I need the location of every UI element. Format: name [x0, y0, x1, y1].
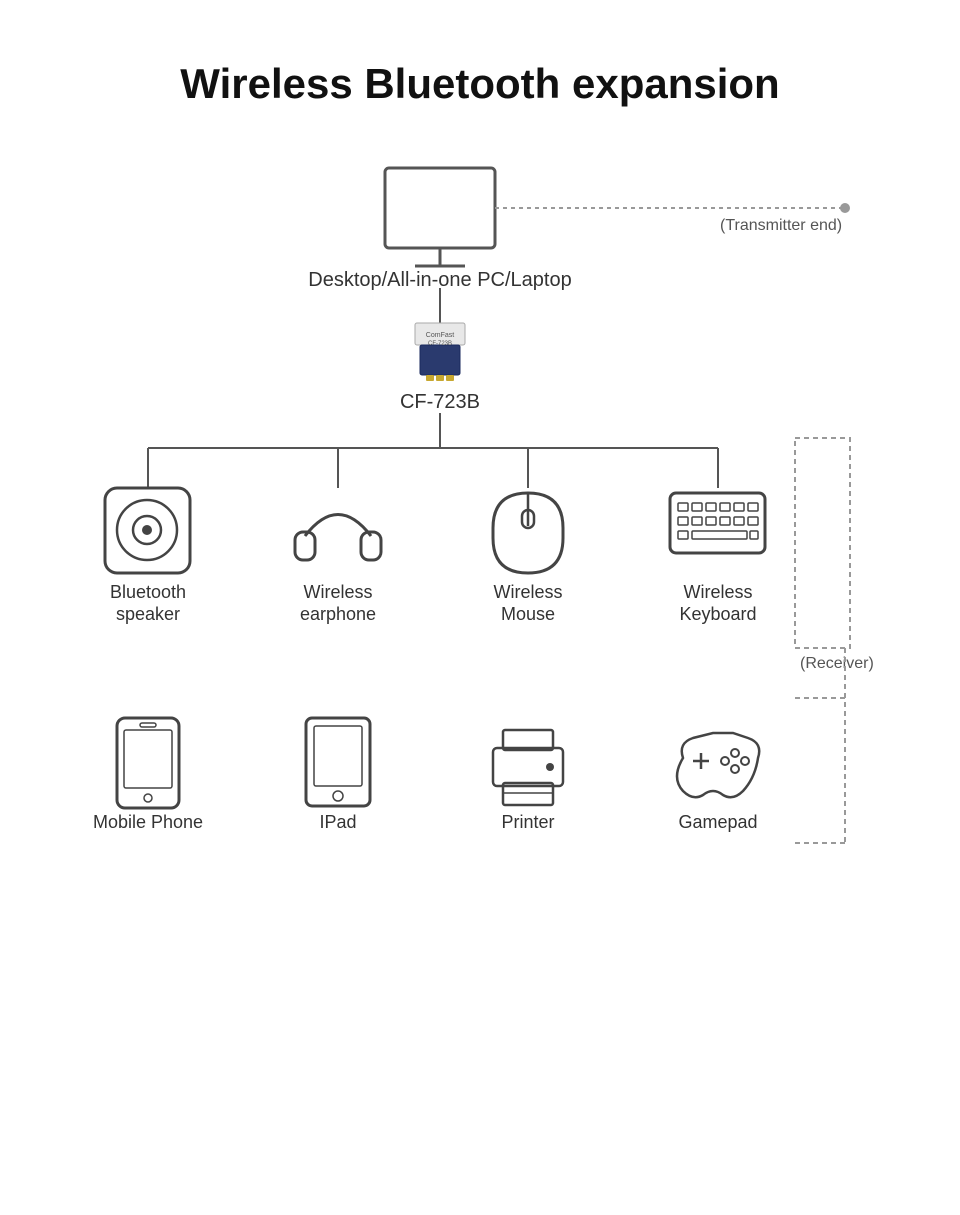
ipad-icon	[306, 718, 370, 806]
svg-text:Mouse: Mouse	[501, 604, 555, 624]
wireless-keyboard-label: Wireless	[683, 582, 752, 602]
bluetooth-speaker-label: Bluetooth	[110, 582, 186, 602]
wireless-mouse-label: Wireless	[493, 582, 562, 602]
page-title: Wireless Bluetooth expansion	[0, 0, 960, 138]
diagram-svg: (Transmitter end) Desktop/All-in-one PC/…	[0, 138, 960, 1088]
phone-label: Mobile Phone	[93, 812, 203, 832]
svg-text:speaker: speaker	[116, 604, 180, 624]
svg-text:earphone: earphone	[300, 604, 376, 624]
speaker-icon	[105, 488, 190, 573]
usb-label: CF-723B	[400, 391, 480, 413]
transmitter-dot	[840, 203, 850, 213]
svg-text:CF-723B: CF-723B	[428, 341, 452, 347]
wireless-earphone-label: Wireless	[303, 582, 372, 602]
pc-label: Desktop/All-in-one PC/Laptop	[308, 269, 571, 291]
gamepad-icon	[677, 733, 759, 797]
printer-label: Printer	[501, 812, 554, 832]
receiver-box-top	[795, 438, 850, 648]
svg-text:Keyboard: Keyboard	[679, 604, 756, 624]
phone-icon	[117, 718, 179, 808]
transmitter-label: (Transmitter end)	[720, 217, 842, 234]
svg-text:ComFast: ComFast	[426, 332, 454, 339]
receiver-label: (Receiver)	[800, 655, 874, 672]
mouse-icon	[493, 493, 563, 573]
gamepad-label: Gamepad	[678, 812, 757, 832]
keyboard-icon	[670, 493, 765, 553]
usb-icon: ComFast CF-723B	[415, 323, 465, 381]
ipad-label: IPad	[319, 812, 356, 832]
diagram: (Transmitter end) Desktop/All-in-one PC/…	[0, 138, 960, 1093]
earphone-icon	[295, 515, 381, 561]
printer-icon	[493, 730, 563, 805]
page-container: Wireless Bluetooth expansion (Transmitte…	[0, 0, 960, 1093]
monitor-icon	[385, 168, 495, 266]
